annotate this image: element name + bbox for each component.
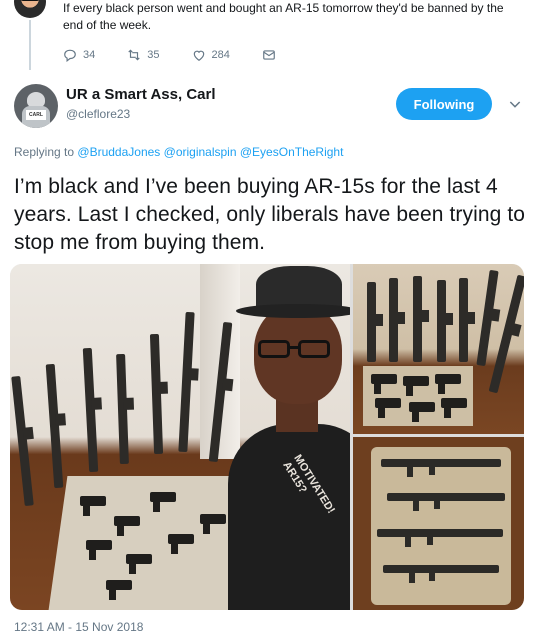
photo-rifle-rack[interactable] bbox=[353, 264, 524, 434]
like-icon bbox=[193, 50, 204, 61]
parent-tweet-text: If every black person went and bought an… bbox=[63, 1, 504, 32]
like-button[interactable]: 284 bbox=[192, 48, 230, 62]
user-handle[interactable]: @cleflore23 bbox=[66, 107, 130, 121]
thread-connector bbox=[29, 20, 31, 70]
retweet-button[interactable]: 35 bbox=[127, 48, 160, 62]
reply-icon bbox=[64, 49, 76, 62]
like-count: 284 bbox=[211, 49, 230, 61]
mention-link[interactable]: @BruddaJones bbox=[77, 145, 160, 159]
tweet-timestamp[interactable]: 12:31 AM - 15 Nov 2018 bbox=[14, 620, 143, 634]
direct-message-button[interactable] bbox=[262, 48, 282, 62]
reply-button[interactable]: 34 bbox=[63, 48, 95, 62]
parent-tweet[interactable]: If every black person went and bought an… bbox=[0, 0, 540, 70]
reply-count: 34 bbox=[83, 49, 96, 61]
retweet-count: 35 bbox=[147, 49, 160, 61]
replying-to-label: Replying to bbox=[14, 145, 75, 159]
parent-tweet-actions: 34 35 284 bbox=[63, 47, 282, 63]
photo-rifles-on-rug[interactable] bbox=[353, 437, 524, 610]
tweet-media-grid: MOTIVATED! AR15? bbox=[10, 264, 524, 610]
retweet-icon bbox=[128, 49, 140, 61]
user-avatar[interactable]: CARL bbox=[14, 84, 58, 128]
avatar-sign: CARL bbox=[26, 110, 46, 120]
chevron-down-icon[interactable] bbox=[507, 96, 523, 112]
mention-link[interactable]: @originalspin bbox=[164, 145, 237, 159]
parent-avatar[interactable] bbox=[14, 0, 46, 18]
replying-to: Replying to @BruddaJones @originalspin @… bbox=[14, 145, 343, 159]
following-button[interactable]: Following bbox=[396, 88, 492, 120]
mention-link[interactable]: @EyesOnTheRight bbox=[240, 145, 344, 159]
tweet-text: I’m black and I’ve been buying AR-15s fo… bbox=[14, 175, 526, 254]
photo-selfie-with-rifles[interactable]: MOTIVATED! AR15? bbox=[10, 264, 350, 610]
message-icon bbox=[263, 50, 275, 60]
display-name[interactable]: UR a Smart Ass, Carl bbox=[66, 86, 216, 103]
